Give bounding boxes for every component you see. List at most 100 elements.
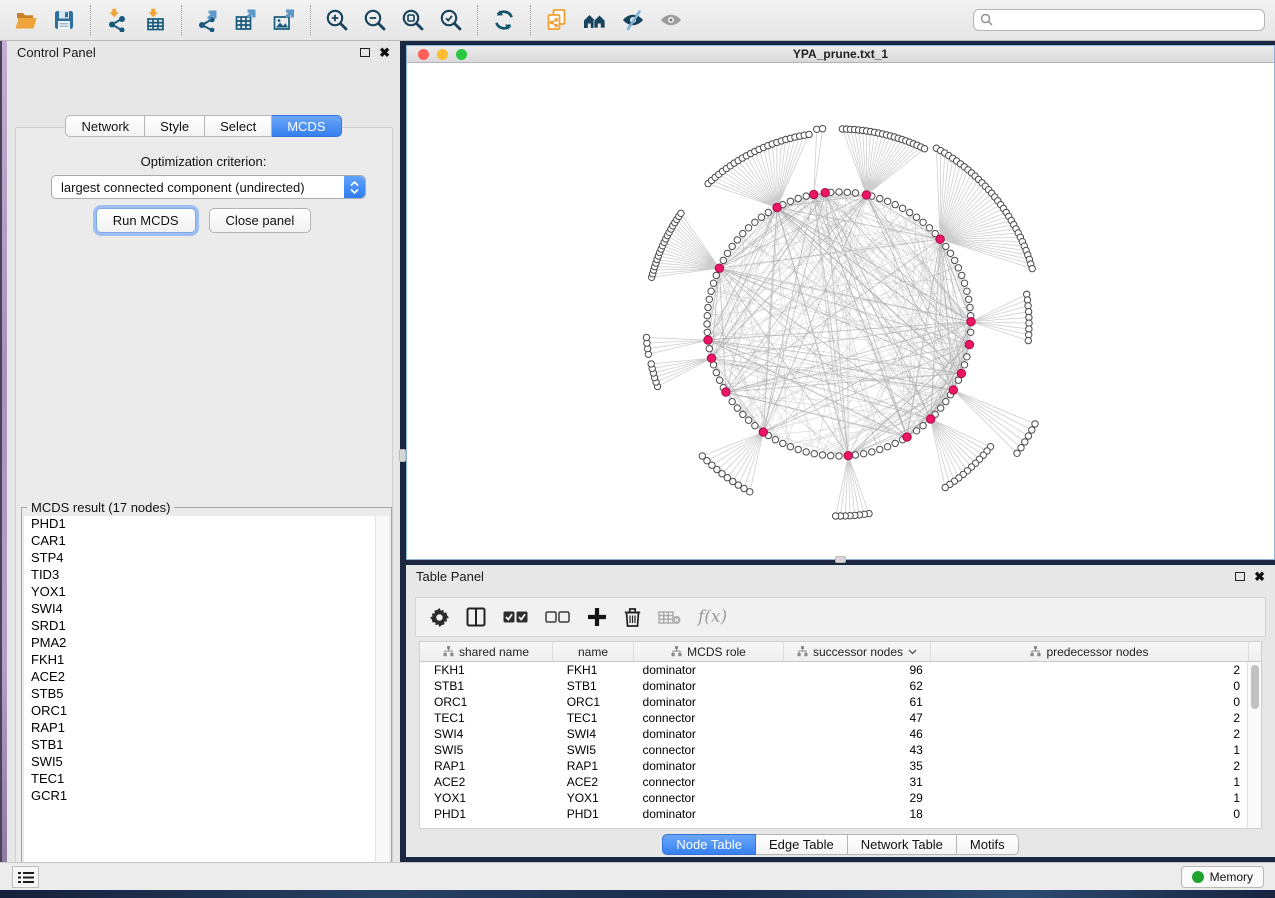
add-column-button[interactable]: [587, 607, 607, 627]
graph-node[interactable]: [884, 198, 890, 204]
table-cell[interactable]: connector: [634, 710, 784, 726]
table-cell[interactable]: TEC1: [420, 710, 553, 726]
table-cell[interactable]: RAP1: [553, 758, 634, 774]
graph-hub-node[interactable]: [759, 428, 767, 436]
graph-node[interactable]: [938, 405, 944, 411]
tab-motifs[interactable]: Motifs: [957, 834, 1019, 855]
graph-node[interactable]: [926, 225, 932, 231]
tab-mcds[interactable]: MCDS: [272, 115, 341, 137]
graph-node[interactable]: [966, 296, 972, 302]
graph-node[interactable]: [745, 225, 751, 231]
column-header-shared-name[interactable]: shared name: [420, 642, 553, 661]
graph-node[interactable]: [899, 205, 905, 211]
table-cell[interactable]: RAP1: [420, 758, 553, 774]
graph-node[interactable]: [892, 201, 898, 207]
vertical-splitter-grip[interactable]: [399, 449, 406, 462]
graph-node[interactable]: [713, 272, 719, 278]
open-session-button[interactable]: [12, 6, 40, 34]
graph-node[interactable]: [811, 451, 817, 457]
mcds-result-item[interactable]: SRD1: [24, 618, 375, 635]
table-settings-button[interactable]: [430, 608, 449, 627]
table-cell[interactable]: STB1: [420, 678, 553, 694]
graph-node[interactable]: [961, 280, 967, 286]
graph-satellite-node[interactable]: [942, 484, 948, 490]
graph-hub-node[interactable]: [903, 433, 911, 441]
graph-node[interactable]: [943, 398, 949, 404]
graph-node[interactable]: [955, 265, 961, 271]
graph-node[interactable]: [710, 280, 716, 286]
table-row[interactable]: ORC1ORC1dominator610: [420, 694, 1247, 710]
graph-node[interactable]: [877, 446, 883, 452]
graph-node[interactable]: [706, 296, 712, 302]
mcds-result-item[interactable]: STP4: [24, 550, 375, 567]
table-cell[interactable]: 2: [930, 710, 1247, 726]
graph-node[interactable]: [740, 411, 746, 417]
graph-satellite-node[interactable]: [921, 146, 927, 152]
table-cell[interactable]: 29: [783, 790, 930, 806]
table-row[interactable]: RAP1RAP1dominator352: [420, 758, 1247, 774]
graph-hub-node[interactable]: [927, 415, 935, 423]
graph-hub-node[interactable]: [965, 340, 973, 348]
graph-node[interactable]: [795, 446, 801, 452]
network-window-titlebar[interactable]: YPA_prune.txt_1: [407, 46, 1274, 63]
graph-node[interactable]: [803, 193, 809, 199]
mcds-result-item[interactable]: FKH1: [24, 652, 375, 669]
graph-node[interactable]: [967, 304, 973, 310]
graph-node[interactable]: [884, 444, 890, 450]
graph-node[interactable]: [729, 398, 735, 404]
memory-button[interactable]: Memory: [1181, 866, 1264, 888]
graph-satellite-node[interactable]: [1025, 337, 1031, 343]
tab-network[interactable]: Network: [65, 115, 145, 137]
graph-satellite-node[interactable]: [806, 131, 812, 137]
deselect-all-button[interactable]: [545, 611, 570, 624]
tab-style[interactable]: Style: [145, 115, 205, 137]
new-network-from-selection-button[interactable]: [543, 6, 571, 34]
graph-node[interactable]: [724, 250, 730, 256]
table-cell[interactable]: SWI4: [553, 726, 634, 742]
graph-node[interactable]: [964, 288, 970, 294]
table-row[interactable]: TEC1TEC1connector472: [420, 710, 1247, 726]
graph-node[interactable]: [706, 346, 712, 352]
graph-hub-node[interactable]: [844, 452, 852, 460]
graph-node[interactable]: [752, 423, 758, 429]
table-cell[interactable]: dominator: [634, 662, 784, 678]
graph-node[interactable]: [705, 304, 711, 310]
graph-node[interactable]: [844, 189, 850, 195]
table-cell[interactable]: PHD1: [420, 806, 553, 822]
table-cell[interactable]: 61: [783, 694, 930, 710]
graph-node[interactable]: [852, 190, 858, 196]
show-all-button[interactable]: [657, 6, 685, 34]
graph-node[interactable]: [913, 428, 919, 434]
graph-node[interactable]: [704, 321, 710, 327]
delete-column-button[interactable]: [624, 607, 641, 627]
save-session-button[interactable]: [50, 6, 78, 34]
table-cell[interactable]: 31: [783, 774, 930, 790]
search-input[interactable]: [973, 9, 1265, 31]
mcds-result-item[interactable]: TID3: [24, 567, 375, 584]
table-cell[interactable]: 0: [930, 806, 1247, 822]
graph-node[interactable]: [968, 329, 974, 335]
graph-node[interactable]: [787, 198, 793, 204]
import-table-button[interactable]: [141, 6, 169, 34]
graph-hub-node[interactable]: [810, 190, 818, 198]
table-cell[interactable]: dominator: [634, 678, 784, 694]
graph-node[interactable]: [720, 257, 726, 263]
zoom-in-button[interactable]: [323, 6, 351, 34]
graph-satellite-node[interactable]: [1032, 421, 1038, 427]
graph-node[interactable]: [704, 329, 710, 335]
table-cell[interactable]: 47: [783, 710, 930, 726]
table-cell[interactable]: dominator: [634, 758, 784, 774]
table-cell[interactable]: ACE2: [420, 774, 553, 790]
table-cell[interactable]: PHD1: [553, 806, 634, 822]
show-columns-button[interactable]: [466, 607, 486, 627]
close-panel-icon[interactable]: ✖: [379, 48, 390, 58]
table-cell[interactable]: 1: [930, 790, 1247, 806]
graph-node[interactable]: [772, 437, 778, 443]
table-cell[interactable]: 43: [783, 742, 930, 758]
graph-hub-node[interactable]: [821, 189, 829, 197]
mcds-result-item[interactable]: PHD1: [24, 516, 375, 533]
table-cell[interactable]: SWI4: [420, 726, 553, 742]
graph-node[interactable]: [787, 444, 793, 450]
table-cell[interactable]: 18: [783, 806, 930, 822]
table-cell[interactable]: 35: [783, 758, 930, 774]
